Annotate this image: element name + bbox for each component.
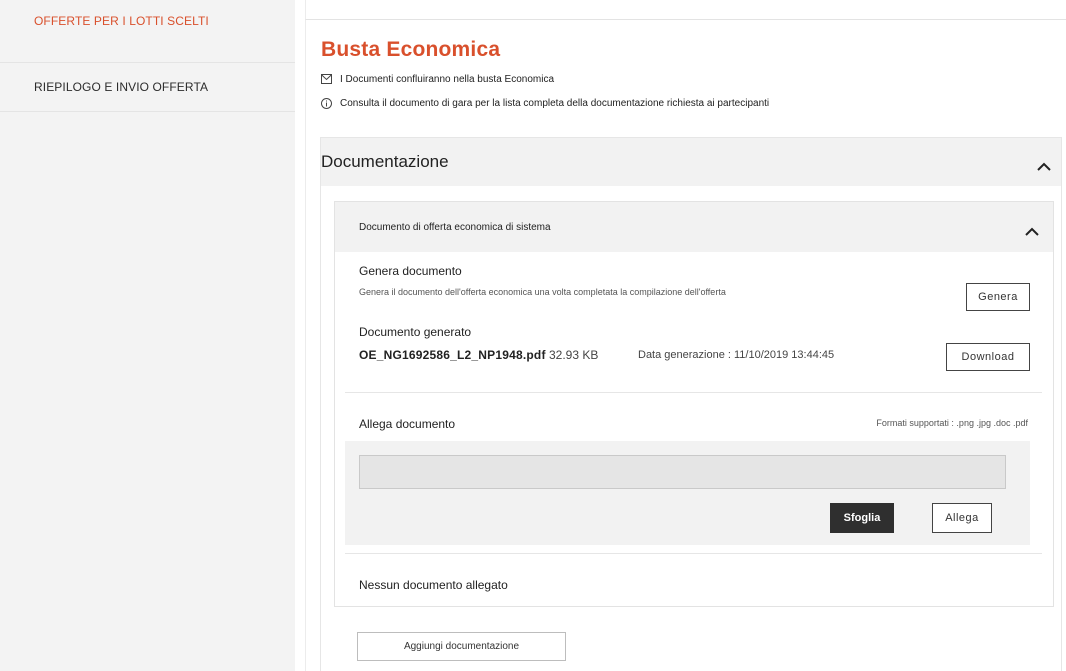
- divider: [345, 392, 1042, 393]
- generato-heading: Documento generato: [359, 325, 472, 339]
- file-name[interactable]: OE_NG1692586_L2_NP1948.pdf: [359, 348, 546, 362]
- genera-description: Genera il documento dell'offerta economi…: [359, 287, 726, 297]
- top-panel-edge: [305, 0, 1066, 20]
- main-content: Busta Economica I Documenti confluiranno…: [305, 20, 1066, 671]
- sidebar-item-riepilogo[interactable]: RIEPILOGO E INVIO OFFERTA: [0, 63, 295, 112]
- accordion-offerta-economica: Documento di offerta economica di sistem…: [334, 201, 1054, 607]
- file-size: 32.93 KB: [548, 348, 599, 362]
- genera-button[interactable]: Genera: [966, 283, 1030, 311]
- accordion-offerta-header[interactable]: Documento di offerta economica di sistem…: [335, 202, 1053, 252]
- sidebar: OFFERTE PER I LOTTI SCELTI RIEPILOGO E I…: [0, 0, 295, 671]
- accordion-title: Documentazione: [321, 152, 449, 171]
- attachment-status: Nessun documento allegato: [359, 578, 508, 592]
- note-text: Consulta il documento di gara per la lis…: [340, 98, 770, 109]
- chevron-up-icon[interactable]: [1037, 158, 1051, 171]
- info-icon: [321, 98, 332, 109]
- sidebar-item-label: OFFERTE PER I LOTTI SCELTI: [34, 13, 209, 28]
- allega-heading: Allega documento: [359, 417, 456, 431]
- download-button[interactable]: Download: [946, 343, 1030, 371]
- note-text: I Documenti confluiranno nella busta Eco…: [340, 74, 555, 85]
- supported-formats: Formati supportati : .png .jpg .doc .pdf: [876, 418, 1028, 428]
- genera-heading: Genera documento: [359, 264, 462, 278]
- accordion-documentazione: Documentazione Documento di offerta econ…: [320, 137, 1062, 671]
- upload-area: Sfoglia Allega: [345, 441, 1030, 545]
- sidebar-item-label: RIEPILOGO E INVIO OFFERTA: [34, 80, 209, 94]
- accordion-title: Documento di offerta economica di sistem…: [359, 221, 551, 233]
- chevron-up-icon[interactable]: [1025, 223, 1039, 236]
- add-documentation-button[interactable]: Aggiungi documentazione: [357, 632, 566, 661]
- page-title: Busta Economica: [321, 38, 501, 61]
- allega-button[interactable]: Allega: [932, 503, 992, 533]
- note-consulta: Consulta il documento di gara per la lis…: [321, 98, 769, 109]
- generation-date: Data generazione : 11/10/2019 13:44:45: [638, 349, 835, 361]
- envelope-icon: [321, 74, 332, 85]
- generated-file[interactable]: OE_NG1692586_L2_NP1948.pdf 32.93 KB: [359, 348, 598, 362]
- sidebar-item-offerte-lotti[interactable]: OFFERTE PER I LOTTI SCELTI: [0, 0, 295, 63]
- sfoglia-button[interactable]: Sfoglia: [830, 503, 894, 533]
- note-busta: I Documenti confluiranno nella busta Eco…: [321, 74, 554, 85]
- divider: [345, 553, 1042, 554]
- file-path-field[interactable]: [359, 455, 1006, 489]
- accordion-documentazione-header[interactable]: Documentazione: [321, 138, 1061, 186]
